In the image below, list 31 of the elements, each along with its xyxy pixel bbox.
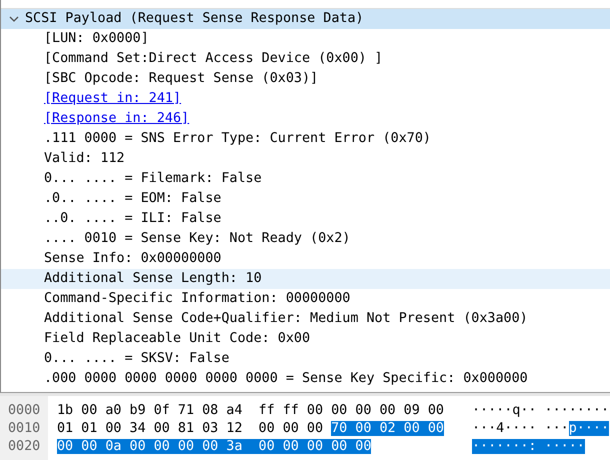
- byte-offset: 0020: [7, 438, 42, 456]
- packet-link[interactable]: [Request in: 241]: [1, 89, 610, 109]
- tree-item[interactable]: [LUN: 0x0000]: [1, 29, 610, 49]
- tree-item[interactable]: 0... .... = Filemark: False: [1, 169, 610, 189]
- tree-item[interactable]: [SBC Opcode: Request Sense (0x03)]: [1, 69, 610, 89]
- tree-item[interactable]: Additional Sense Length: 10: [1, 269, 610, 289]
- ascii-bytes[interactable]: ·····q·· ········: [472, 403, 610, 418]
- tree-item[interactable]: 0... .... = SKSV: False: [1, 349, 610, 369]
- packet-link[interactable]: [Response in: 246]: [1, 109, 610, 129]
- tree-item[interactable]: .111 0000 = SNS Error Type: Current Error (0x70): [1, 129, 610, 149]
- tree-item[interactable]: .0.. .... = EOM: False: [1, 189, 610, 209]
- chevron-icon[interactable]: [9, 14, 19, 24]
- byte-offset: 0010: [7, 420, 42, 438]
- hex-bytes[interactable]: 01 01 00 34 00 81 03 12 00 00 00: [57, 421, 332, 436]
- hex-bytes[interactable]: 00 00 0a 00 00 00 00 3a 00 00 00 00 00: [57, 439, 372, 454]
- ascii-bytes[interactable]: p····: [568, 421, 610, 436]
- byte-offset: 0000: [7, 402, 42, 420]
- tree-item[interactable]: Additional Sense Code+Qualifier: Medium Not Present (0x3a00): [1, 309, 610, 329]
- hex-bytes[interactable]: 1b 00 a0 b9 0f 71 08 a4 ff ff 00 00 00 00 09 00: [57, 403, 444, 418]
- tree-item[interactable]: Valid: 112: [1, 149, 610, 169]
- tree-item[interactable]: Sense Info: 0x00000000: [1, 249, 610, 269]
- tree-item[interactable]: [Command Set:Direct Access Device (0x00) ]: [1, 49, 610, 69]
- tree-item[interactable]: Field Replaceable Unit Code: 0x00: [1, 329, 610, 349]
- ascii-bytes[interactable]: ·······: ·····: [472, 439, 585, 454]
- tree-item[interactable]: .... 0010 = Sense Key: Not Ready (0x2): [1, 229, 610, 249]
- tree-item[interactable]: SCSI Payload (Request Sense Response Data): [1, 9, 610, 29]
- tree-item[interactable]: .000 0000 0000 0000 0000 0000 = Sense Key Specific: 0x000000: [1, 369, 610, 389]
- tree-item[interactable]: ..0. .... = ILI: False: [1, 209, 610, 229]
- ascii-bytes[interactable]: ···4···· ···: [472, 421, 569, 436]
- tree-item[interactable]: Command-Specific Information: 00000000: [1, 289, 610, 309]
- hex-bytes[interactable]: 70 00 02 00 00: [331, 421, 444, 436]
